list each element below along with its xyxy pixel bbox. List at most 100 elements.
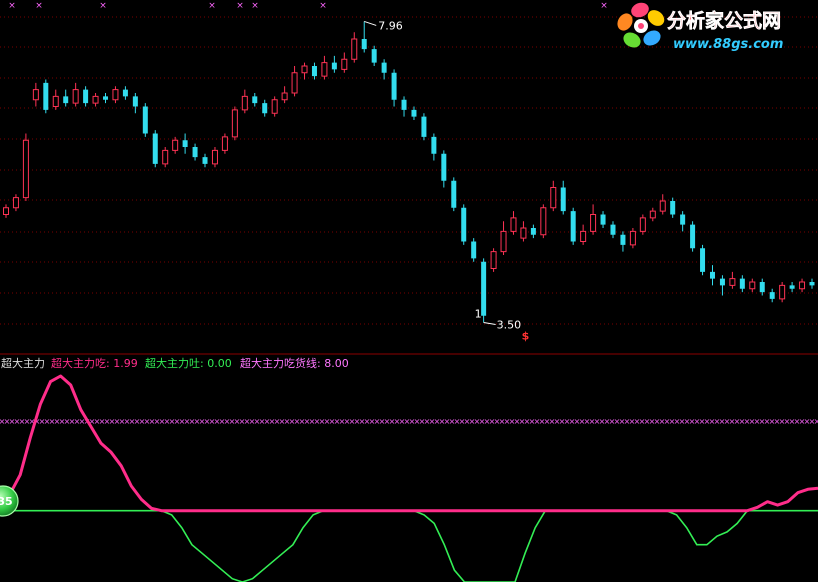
candle-body xyxy=(162,149,169,165)
candle-body xyxy=(103,96,109,100)
candle-body xyxy=(172,139,179,151)
candle-body xyxy=(500,230,507,253)
candle-body xyxy=(560,187,566,212)
chart-svg: × × × × × × × × 7.96 3.50 1 $ 超大主力 超大主力吃: 1.99 … xyxy=(0,1,818,582)
candlestick-series xyxy=(3,21,815,323)
candle-body xyxy=(291,72,298,94)
candle-body xyxy=(281,92,288,101)
badge-text: 35 xyxy=(0,495,13,508)
low-leader-line xyxy=(483,322,496,325)
candle-body xyxy=(649,210,656,219)
candle-body xyxy=(659,200,666,212)
candle-body xyxy=(12,197,19,209)
candle-body xyxy=(670,201,676,215)
candle-body xyxy=(92,95,99,104)
candle-body xyxy=(451,180,457,208)
top-marker: × xyxy=(600,1,608,11)
candle-body xyxy=(122,89,128,97)
candle-body xyxy=(391,72,397,100)
candle-body xyxy=(769,292,775,299)
candle-body xyxy=(520,227,527,239)
eat-line xyxy=(0,374,818,513)
chart-stage: × × × × × × × × 7.96 3.50 1 $ 超大主力 超大主力吃: 1.99 … xyxy=(0,0,818,582)
candle-body xyxy=(481,261,487,316)
watermark-logo: 分析家公式网 www.88gs.com xyxy=(617,2,783,52)
legend-eat: 超大主力吃: 1.99 xyxy=(51,356,138,370)
candle-body xyxy=(321,62,328,77)
threshold-mark: × xyxy=(814,417,818,426)
candle-body xyxy=(3,207,9,215)
candle-body xyxy=(271,99,278,114)
top-x-markers: × × × × × × × × xyxy=(8,1,608,11)
candle-body xyxy=(620,234,626,245)
candle-body xyxy=(112,89,119,101)
top-marker: × xyxy=(319,1,327,11)
flower-logo-icon xyxy=(617,2,665,48)
candle-body xyxy=(252,96,258,104)
candle-body xyxy=(72,89,79,104)
candle-body xyxy=(680,214,686,225)
legend-title: 超大主力 xyxy=(1,356,45,370)
candle-body xyxy=(809,282,815,286)
top-marker: × xyxy=(236,1,244,11)
candle-body xyxy=(789,285,795,289)
high-leader-line xyxy=(364,20,377,26)
candle-body xyxy=(63,96,69,104)
candle-body xyxy=(540,207,547,236)
candle-body xyxy=(709,271,715,279)
candle-body xyxy=(192,147,198,158)
candle-body xyxy=(759,282,765,293)
candle-body xyxy=(510,217,517,232)
candle-body xyxy=(610,224,616,235)
candle-body xyxy=(152,133,158,164)
candle-body xyxy=(341,58,348,70)
candle-body xyxy=(700,248,706,272)
candle-body xyxy=(381,62,387,73)
indicator-legend[interactable]: 超大主力 超大主力吃: 1.99 超大主力吐: 0.00 超大主力吃货线: 8.… xyxy=(1,356,349,370)
candle-body xyxy=(52,95,59,107)
spit-line xyxy=(0,509,818,582)
tick-one-label: 1 xyxy=(475,308,482,321)
top-marker: × xyxy=(8,1,16,11)
candle-body xyxy=(431,136,437,154)
candle-body xyxy=(421,116,427,137)
candle-body xyxy=(411,109,417,117)
candle-body xyxy=(43,82,49,110)
candle-body xyxy=(471,241,477,259)
top-marker: × xyxy=(208,1,216,11)
candle-body xyxy=(202,157,208,164)
candle-body xyxy=(371,49,377,63)
candle-body xyxy=(32,89,39,101)
candle-body xyxy=(361,39,367,50)
candle-body xyxy=(22,139,29,199)
candle-body xyxy=(132,96,138,107)
candle-body xyxy=(749,281,756,290)
candle-body xyxy=(301,65,308,74)
candle-body xyxy=(231,109,238,138)
candle-body xyxy=(221,136,228,151)
logo-url-text: www.88gs.com xyxy=(673,37,783,52)
candle-body xyxy=(331,62,337,70)
top-marker: × xyxy=(251,1,259,11)
low-price-label: 3.50 xyxy=(497,319,522,332)
top-marker: × xyxy=(99,1,107,11)
candle-body xyxy=(401,99,407,110)
candle-body xyxy=(262,103,268,114)
high-price-label: 7.96 xyxy=(378,19,403,32)
legend-spit: 超大主力吐: 0.00 xyxy=(145,356,232,370)
candle-body xyxy=(690,224,696,249)
candle-body xyxy=(729,278,736,286)
candle-body xyxy=(351,38,358,60)
price-annotations: 7.96 3.50 1 $ xyxy=(364,19,530,343)
candle-body xyxy=(739,278,745,289)
candle-body xyxy=(241,95,248,111)
candle-body xyxy=(590,214,597,232)
candle-body xyxy=(779,284,786,300)
candle-body xyxy=(629,230,636,246)
candle-body xyxy=(211,149,218,165)
dollar-marker-icon: $ xyxy=(522,330,530,343)
candle-body xyxy=(441,153,447,181)
candle-body xyxy=(600,214,606,225)
candle-body xyxy=(83,89,89,104)
candle-body xyxy=(550,187,557,209)
